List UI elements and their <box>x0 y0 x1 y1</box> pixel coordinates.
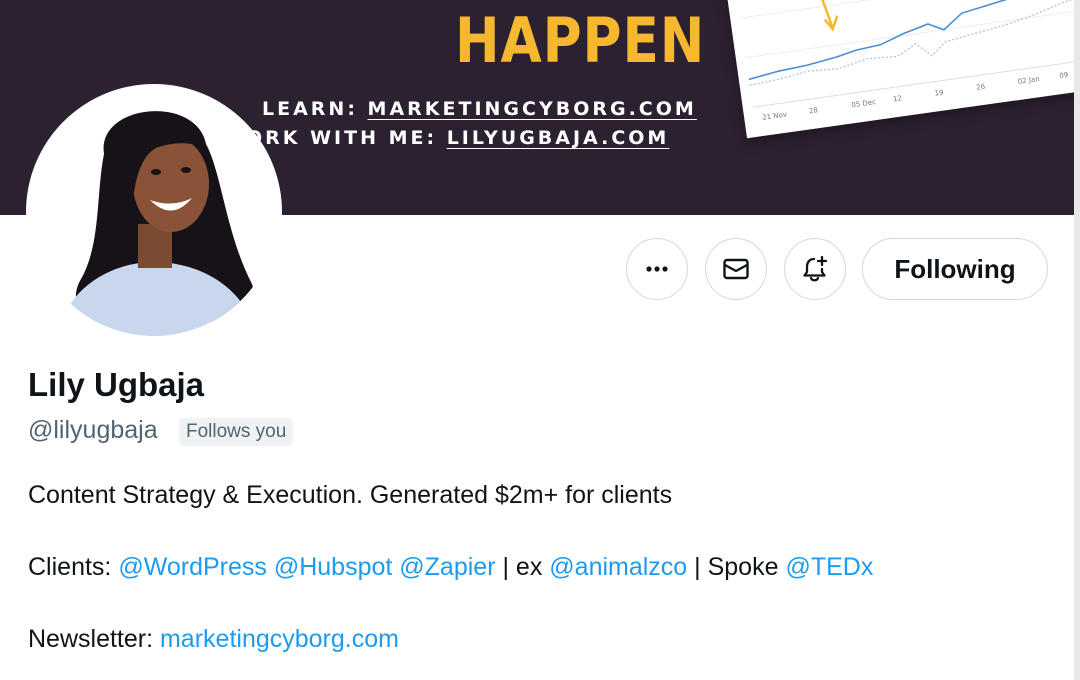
chart-tick: 28 <box>808 106 818 115</box>
bio-separator: | Spoke <box>687 553 786 581</box>
mention-link[interactable]: @Hubspot <box>274 553 393 581</box>
follows-you-badge: Follows you <box>179 418 294 446</box>
page-scroll-edge <box>1074 0 1080 680</box>
banner-learn-url: MARKETINGCYBORG.COM <box>367 98 697 120</box>
analytics-chart-graphic: 21 Nov 28 05 Dec 12 19 26 02 Jan 09 <box>740 0 1080 122</box>
following-button[interactable]: Following <box>862 238 1048 300</box>
banner-headline: HAPPEN <box>455 4 706 77</box>
banner-work-url: LILYUGBAJA.COM <box>446 127 670 149</box>
notify-button[interactable] <box>784 238 846 300</box>
bio-clients-line: Clients: @WordPress @Hubspot @Zapier | e… <box>28 553 873 582</box>
bell-plus-icon <box>803 255 828 282</box>
profile-name: Lily Ugbaja <box>28 366 205 403</box>
chart-line-secondary <box>749 0 1080 86</box>
bio-line: Content Strategy & Execution. Generated … <box>28 481 673 509</box>
mention-link[interactable]: @WordPress <box>118 553 267 581</box>
chart-tick: 12 <box>893 94 903 103</box>
message-button[interactable] <box>705 238 767 300</box>
mention-link[interactable]: @TEDx <box>785 553 873 581</box>
bio-newsletter-label: Newsletter: <box>28 625 160 653</box>
newsletter-link[interactable]: marketingcyborg.com <box>160 625 399 653</box>
mention-link[interactable]: @Zapier <box>399 553 495 581</box>
chart-tick: 19 <box>934 88 944 97</box>
banner-analytics-chart: 21 Nov 28 05 Dec 12 19 26 02 Jan 09 <box>722 0 1080 139</box>
banner-learn-line: LEARN: MARKETINGCYBORG.COM <box>262 98 697 120</box>
chart-tick: 02 Jan <box>1017 75 1040 86</box>
more-horizontal-icon <box>646 266 668 272</box>
avatar-photo <box>30 88 278 336</box>
bio-clients-label: Clients: <box>28 553 119 581</box>
chart-tick: 26 <box>976 83 986 92</box>
chart-tick: 21 Nov <box>762 111 788 122</box>
chart-tick: 05 Dec <box>851 98 877 109</box>
envelope-icon <box>723 258 749 280</box>
bio-separator: | ex <box>495 553 550 581</box>
profile-handle: @lilyugbaja <box>28 416 158 444</box>
bio-newsletter-line: Newsletter: marketingcyborg.com <box>28 625 399 654</box>
mention-link[interactable]: @animalzco <box>549 553 687 581</box>
avatar[interactable] <box>26 84 282 340</box>
chart-tick: 09 <box>1059 71 1069 80</box>
more-button[interactable] <box>626 238 688 300</box>
banner-work-line: WORK WITH ME: LILYUGBAJA.COM <box>222 127 669 149</box>
